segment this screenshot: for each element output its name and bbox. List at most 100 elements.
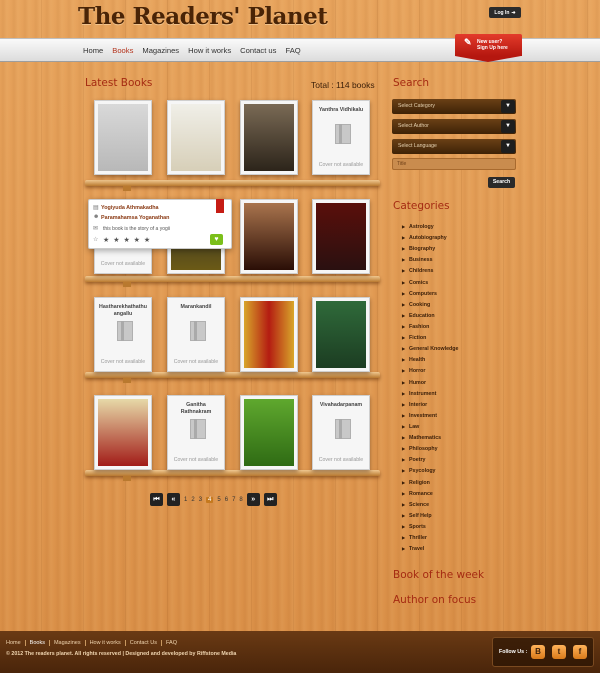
book-cover[interactable] xyxy=(244,301,294,368)
category-science[interactable]: Science xyxy=(402,502,458,513)
footer-link-books[interactable]: Books xyxy=(30,640,50,646)
book-placeholder: Ganitha Rathnakram Cover not available xyxy=(171,399,221,466)
book-cover[interactable] xyxy=(244,203,294,270)
site-logo[interactable]: The Readers' Planet xyxy=(78,3,328,30)
page-number[interactable]: 4 xyxy=(206,496,214,503)
category-investment[interactable]: Investment xyxy=(402,413,458,424)
book-card[interactable] xyxy=(240,100,298,175)
signup-button[interactable]: ✎ New user? Sign Up here xyxy=(455,34,522,62)
category-comics[interactable]: Comics xyxy=(402,280,458,291)
twitter-icon[interactable]: t xyxy=(552,645,566,659)
facebook-icon[interactable]: f xyxy=(573,645,587,659)
book-card[interactable] xyxy=(240,199,298,274)
page-number[interactable]: 6 xyxy=(225,497,228,503)
category-poetry[interactable]: Poetry xyxy=(402,457,458,468)
category-sports[interactable]: Sports xyxy=(402,524,458,535)
category-instrument[interactable]: Instrument xyxy=(402,391,458,402)
category-fiction[interactable]: Fiction xyxy=(402,335,458,346)
category-law[interactable]: Law xyxy=(402,424,458,435)
category-general-knowledge[interactable]: General Knowledge xyxy=(402,346,458,357)
chevron-down-icon[interactable]: ▼ xyxy=(501,100,515,113)
footer-link-home[interactable]: Home xyxy=(6,640,26,646)
book-cover[interactable] xyxy=(98,104,148,171)
book-cover[interactable] xyxy=(244,399,294,466)
nav-item-home[interactable]: Home xyxy=(83,46,103,55)
book-title[interactable]: Hastharekhathathu angallu xyxy=(98,304,148,318)
category-astrology[interactable]: Astrology xyxy=(402,224,458,235)
category-health[interactable]: Health xyxy=(402,357,458,368)
category-fashion[interactable]: Fashion xyxy=(402,324,458,335)
category-biography[interactable]: Biography xyxy=(402,246,458,257)
footer-link-faq[interactable]: FAQ xyxy=(166,640,181,646)
book-card[interactable] xyxy=(94,395,152,470)
category-education[interactable]: Education xyxy=(402,313,458,324)
chevron-down-icon[interactable]: ▼ xyxy=(501,140,515,153)
footer-link-how-it-works[interactable]: How it works xyxy=(90,640,126,646)
book-cover[interactable] xyxy=(244,104,294,171)
page-number[interactable]: 7 xyxy=(232,497,235,503)
category-childrens[interactable]: Childrens xyxy=(402,268,458,279)
category-romance[interactable]: Romance xyxy=(402,491,458,502)
book-title[interactable]: Yanthra Vidhikalu xyxy=(316,107,366,114)
page-number[interactable]: 5 xyxy=(217,497,220,503)
category-horror[interactable]: Horror xyxy=(402,368,458,379)
select-author[interactable]: Select Author ▼ xyxy=(392,119,516,134)
first-page-button[interactable]: ⏮ xyxy=(150,493,163,506)
last-page-button[interactable]: ⏭ xyxy=(263,493,277,506)
nav-item-magazines[interactable]: Magazines xyxy=(142,46,179,55)
category-self-help[interactable]: Self Help xyxy=(402,513,458,524)
tooltip-author[interactable]: Paramahamsa Yoganathan xyxy=(101,215,169,221)
book-card[interactable] xyxy=(240,395,298,470)
book-cover[interactable] xyxy=(171,104,221,171)
book-card[interactable] xyxy=(240,297,298,372)
book-card[interactable] xyxy=(94,100,152,175)
login-button[interactable]: Log In ➜ xyxy=(489,7,521,18)
category-autobiography[interactable]: Autobiography xyxy=(402,235,458,246)
blogger-icon[interactable]: B xyxy=(531,645,545,659)
book-card[interactable]: Hastharekhathathu angallu Cover not avail… xyxy=(94,297,152,372)
book-card[interactable]: Yanthra Vidhikalu Cover not available xyxy=(312,100,370,175)
category-interior[interactable]: Interior xyxy=(402,402,458,413)
category-humor[interactable]: Humor xyxy=(402,380,458,391)
title-input[interactable]: Title xyxy=(392,158,516,170)
category-cooking[interactable]: Cooking xyxy=(402,302,458,313)
category-mathematics[interactable]: Mathematics xyxy=(402,435,458,446)
category-philosophy[interactable]: Philosophy xyxy=(402,446,458,457)
book-card[interactable] xyxy=(312,199,370,274)
book-cover[interactable] xyxy=(316,301,366,368)
page-number[interactable]: 8 xyxy=(239,497,242,503)
category-religion[interactable]: Religion xyxy=(402,480,458,491)
next-page-button[interactable]: » xyxy=(246,493,260,506)
page-number[interactable]: 3 xyxy=(199,497,202,503)
book-card[interactable] xyxy=(167,100,225,175)
page-number[interactable]: 1 xyxy=(184,497,187,503)
book-cover[interactable] xyxy=(316,203,366,270)
category-business[interactable]: Business xyxy=(402,257,458,268)
book-title[interactable]: Vivahadarpanam xyxy=(316,402,366,409)
select-category[interactable]: Select Category ▼ xyxy=(392,99,516,114)
page-number[interactable]: 2 xyxy=(191,497,194,503)
category-thriller[interactable]: Thriller xyxy=(402,535,458,546)
book-cover[interactable] xyxy=(98,399,148,466)
select-language[interactable]: Select Language ▼ xyxy=(392,139,516,154)
tooltip-title[interactable]: Yogiyuda Athmakadha xyxy=(101,205,159,211)
category-computers[interactable]: Computers xyxy=(402,291,458,302)
book-card[interactable]: Vivahadarpanam Cover not available xyxy=(312,395,370,470)
search-button[interactable]: Search xyxy=(488,177,515,188)
nav-item-books[interactable]: Books xyxy=(112,46,133,55)
book-card[interactable]: Marankandil Cover not available xyxy=(167,297,225,372)
footer-link-contact-us[interactable]: Contact Us xyxy=(130,640,162,646)
book-title[interactable]: Marankandil xyxy=(171,304,221,311)
nav-item-how-it-works[interactable]: How it works xyxy=(188,46,231,55)
prev-page-button[interactable]: « xyxy=(167,493,180,506)
chevron-down-icon[interactable]: ▼ xyxy=(501,120,515,133)
footer-link-magazines[interactable]: Magazines xyxy=(54,640,86,646)
book-card[interactable]: Ganitha Rathnakram Cover not available xyxy=(167,395,225,470)
category-travel[interactable]: Travel xyxy=(402,546,458,557)
add-to-cart-icon[interactable]: ♥ xyxy=(210,234,223,245)
book-card[interactable] xyxy=(312,297,370,372)
book-title[interactable]: Ganitha Rathnakram xyxy=(171,402,221,416)
category-psycology[interactable]: Psycology xyxy=(402,468,458,479)
nav-item-faq[interactable]: FAQ xyxy=(285,46,300,55)
nav-item-contact-us[interactable]: Contact us xyxy=(240,46,276,55)
